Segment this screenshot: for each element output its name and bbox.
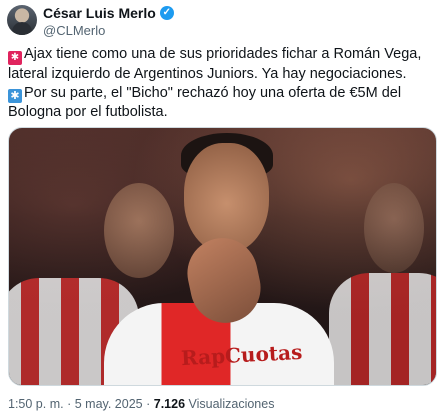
author-name[interactable]: César Luis Merlo xyxy=(43,5,156,21)
tweet-paragraph-1: ✱ Ajax tiene como una de sus prioridades … xyxy=(8,45,436,84)
tweet-text: ✱ Ajax tiene como una de sus prioridades … xyxy=(8,45,436,122)
views-count: 7.126 xyxy=(153,397,186,411)
main-player-face xyxy=(184,143,269,253)
views-label: Visualizaciones xyxy=(188,397,275,411)
background-player-left-head xyxy=(104,183,174,278)
meta-separator: · xyxy=(67,397,72,411)
tweet-date[interactable]: 5 may. 2025 xyxy=(75,397,143,411)
author-line: César Luis Merlo ✓ xyxy=(43,5,174,21)
snowflake-icon: ✱ xyxy=(8,89,22,103)
author-handle[interactable]: @CLMerlo xyxy=(43,23,105,38)
tweet-line-2: Por su parte, el "Bicho" rechazó hoy una… xyxy=(8,85,402,120)
tweet-meta: 1:50 p. m. · 5 may. 2025 · 7.126 Visuali… xyxy=(8,397,274,411)
tweet-line-1: Ajax tiene como una de sus prioridades f… xyxy=(8,46,422,82)
red-alert-icon: ✱ xyxy=(8,51,22,65)
tweet-photo[interactable]: RapCuotas xyxy=(8,127,437,386)
verified-badge-icon: ✓ xyxy=(159,6,174,20)
avatar[interactable] xyxy=(7,5,37,35)
background-player-right-head xyxy=(364,183,424,273)
tweet-paragraph-2: ✱ Por su parte, el "Bicho" rechazó hoy un… xyxy=(8,84,436,122)
tweet-time[interactable]: 1:50 p. m. xyxy=(8,397,64,411)
meta-separator: · xyxy=(146,397,151,411)
background-player-right xyxy=(329,273,436,385)
